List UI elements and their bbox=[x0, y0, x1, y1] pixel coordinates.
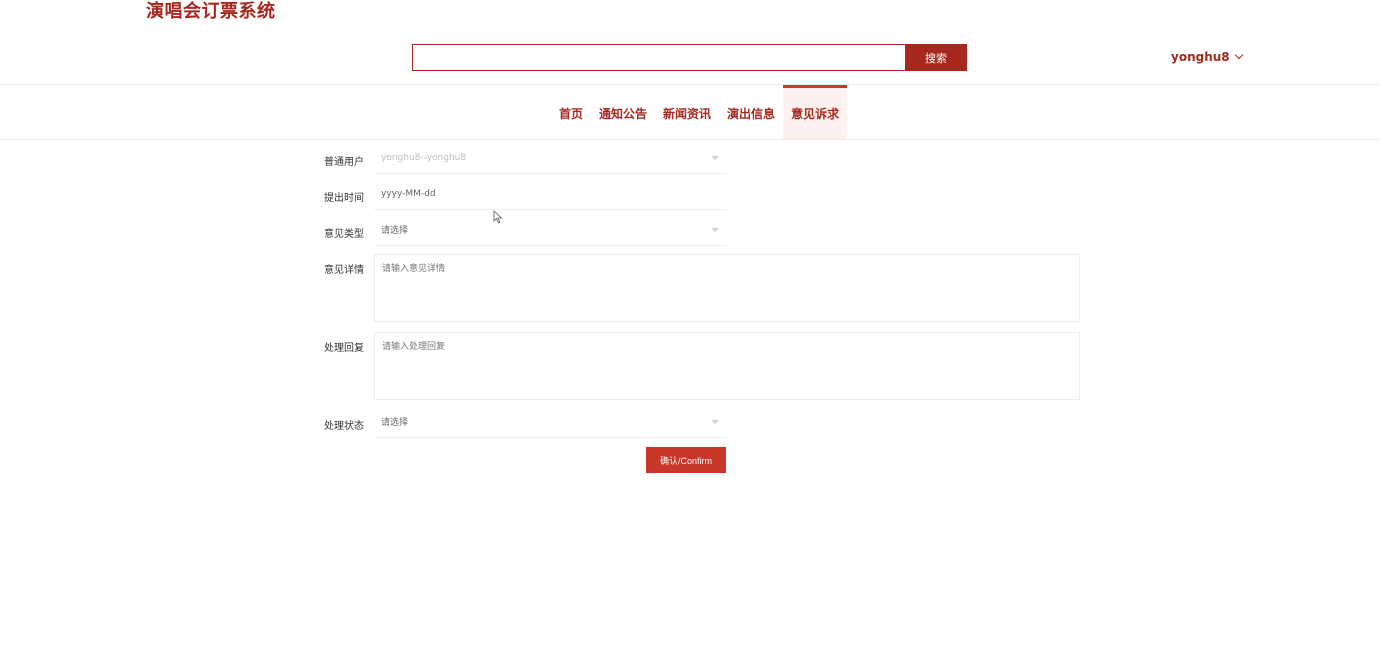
nav-item-news[interactable]: 新闻资讯 bbox=[655, 85, 719, 139]
mouse-cursor-icon bbox=[493, 210, 503, 224]
app-title: 演唱会订票系统 bbox=[146, 1, 276, 22]
type-select-value: 请选择 bbox=[381, 226, 409, 236]
type-select[interactable]: 请选择 bbox=[374, 214, 727, 246]
time-label: 提出时间 bbox=[324, 193, 364, 204]
user-select-value: yonghu8--yonghu8 bbox=[381, 152, 467, 163]
username: yonghu8 bbox=[1171, 50, 1230, 64]
status-label: 处理状态 bbox=[324, 421, 364, 432]
nav-item-feedback[interactable]: 意见诉求 bbox=[783, 85, 848, 139]
reply-label: 处理回复 bbox=[324, 343, 364, 354]
chevron-down-icon bbox=[1234, 50, 1243, 60]
nav-item-notices[interactable]: 通知公告 bbox=[591, 85, 655, 139]
detail-label: 意见详情 bbox=[324, 265, 364, 276]
reply-textarea[interactable] bbox=[374, 332, 1080, 400]
nav-divider bbox=[0, 139, 1380, 140]
status-select[interactable]: 请选择 bbox=[374, 406, 727, 438]
caret-down-icon bbox=[711, 228, 719, 232]
user-menu[interactable]: yonghu8 bbox=[1171, 50, 1243, 64]
nav-item-home[interactable]: 首页 bbox=[551, 85, 591, 139]
detail-textarea[interactable] bbox=[374, 254, 1080, 322]
status-select-value: 请选择 bbox=[381, 418, 409, 428]
search-bar: 搜索 bbox=[412, 44, 967, 71]
search-button[interactable]: 搜索 bbox=[905, 44, 967, 71]
caret-down-icon bbox=[711, 420, 719, 424]
main-nav: 首页 通知公告 新闻资讯 演出信息 意见诉求 bbox=[551, 85, 848, 139]
search-input[interactable] bbox=[412, 44, 905, 71]
caret-down-icon bbox=[711, 156, 719, 160]
type-label: 意见类型 bbox=[324, 229, 364, 240]
nav-item-shows[interactable]: 演出信息 bbox=[719, 85, 783, 139]
user-label: 普通用户 bbox=[324, 157, 364, 168]
user-select: yonghu8--yonghu8 bbox=[374, 142, 727, 174]
time-input[interactable]: yyyy-MM-dd bbox=[374, 178, 727, 210]
confirm-button[interactable]: 确认/Confirm bbox=[646, 447, 726, 473]
time-input-placeholder: yyyy-MM-dd bbox=[381, 188, 436, 199]
